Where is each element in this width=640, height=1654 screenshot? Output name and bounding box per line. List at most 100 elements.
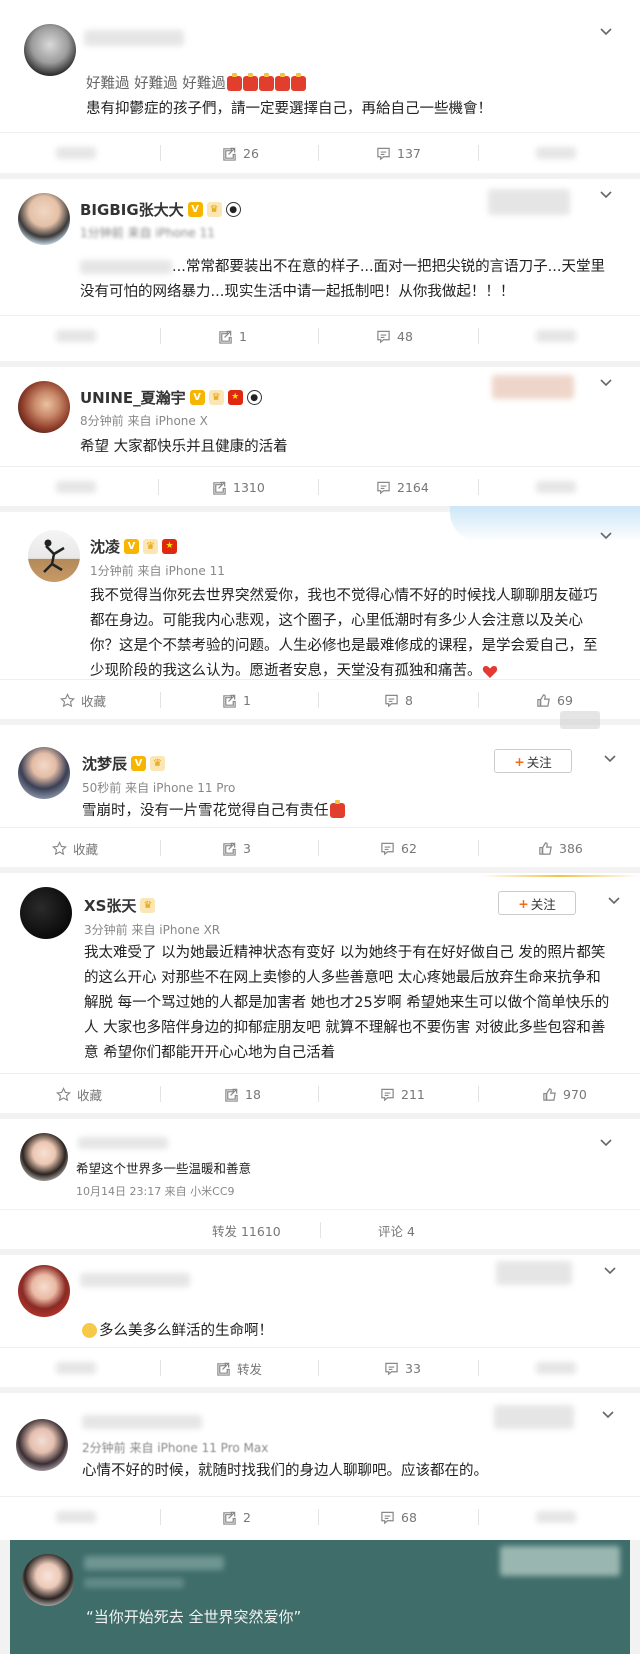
chevron-down-icon[interactable] [604, 1267, 616, 1275]
blurred-action [536, 330, 576, 342]
repost-count: 3 [243, 840, 251, 856]
repost-icon [222, 146, 237, 161]
chevron-down-icon[interactable] [600, 379, 612, 387]
comment-button[interactable]: 8 [384, 680, 413, 720]
comment-count: 137 [397, 145, 421, 161]
avatar[interactable] [16, 1419, 68, 1471]
chevron-down-icon[interactable] [600, 191, 612, 199]
blurred-action [56, 330, 96, 342]
action-bar: 1310 2164 [0, 466, 640, 506]
candle-emoji-icon [226, 72, 242, 91]
like-button[interactable]: 970 [542, 1074, 587, 1114]
avatar[interactable] [24, 24, 76, 76]
user-name[interactable]: 沈凌 V ♛ ★ [90, 536, 178, 557]
comment-count: 68 [401, 1509, 417, 1525]
comment-button[interactable]: 211 [380, 1074, 425, 1114]
user-name[interactable]: 沈梦辰 V ♛ [82, 753, 166, 774]
chevron-down-icon[interactable] [608, 897, 620, 905]
like-icon [536, 693, 551, 708]
avatar[interactable] [18, 1265, 70, 1317]
chevron-down-icon[interactable] [600, 532, 612, 540]
blurred-action [56, 1362, 96, 1374]
comment-count: 211 [401, 1086, 425, 1102]
repost-button[interactable]: 3 [222, 828, 251, 868]
blurred-sticker [496, 1261, 572, 1285]
avatar[interactable] [18, 193, 70, 245]
comment-count: 8 [405, 692, 413, 708]
comment-icon [376, 480, 391, 495]
post-text-line2: 患有抑鬱症的孩子們，請一定要選擇自己，再給自己一些機會！ [86, 101, 492, 117]
user-name[interactable]: BIGBIG张大大 V ♛ ● [80, 199, 241, 220]
post-text: 希望 大家都快乐并且健康的活着 [80, 439, 288, 455]
panda-icon: ● [246, 390, 262, 405]
comment-button[interactable]: 68 [380, 1497, 417, 1537]
repost-button[interactable]: 转发 11610 [212, 1210, 281, 1250]
post-text: 我不觉得当你死去世界突然爱你，我也不觉得心情不好的时候找人聊聊朋友碰巧都在身边。… [90, 588, 598, 679]
repost-button[interactable]: 26 [222, 133, 259, 173]
avatar[interactable] [18, 381, 70, 433]
avatar[interactable] [20, 1133, 68, 1181]
avatar[interactable] [22, 1554, 74, 1606]
repost-label: 转发 [237, 1361, 263, 1377]
repost-icon [222, 693, 237, 708]
repost-button[interactable]: 转发 [216, 1348, 262, 1388]
comment-button[interactable]: 评论 4 [378, 1210, 415, 1250]
chevron-down-icon[interactable] [600, 1139, 612, 1147]
user-name[interactable]: UNINE_夏瀚宇 V ♛ ★ ● [80, 387, 262, 408]
favorite-button[interactable]: 收藏 [56, 1074, 102, 1114]
blurred-action [536, 1362, 576, 1374]
avatar[interactable] [20, 887, 72, 939]
member-crown-icon: ♛ [206, 202, 222, 217]
post-meta: 10月14日 23:17 来自 小米CC9 [76, 1185, 235, 1198]
repost-button[interactable]: 1 [218, 316, 247, 356]
user-name[interactable]: XS张天 ♛ [84, 895, 156, 916]
repost-count: 1310 [233, 479, 265, 495]
repost-button[interactable]: 18 [224, 1074, 261, 1114]
comment-button[interactable]: 2164 [376, 467, 429, 507]
post-meta: 3分钟前 来自 iPhone XR [84, 923, 221, 937]
blurred-prefix [80, 260, 172, 274]
repost-icon [212, 480, 227, 495]
comment-count: 2164 [397, 479, 429, 495]
repost-count: 1 [243, 692, 251, 708]
member-crown-icon: ♛ [208, 390, 224, 405]
follow-label: 关注 [526, 754, 552, 770]
repost-button[interactable]: 1 [222, 680, 251, 720]
repost-icon [216, 1361, 231, 1376]
comment-button[interactable]: 33 [384, 1348, 421, 1388]
favorite-button[interactable]: 收藏 [60, 680, 106, 720]
comment-icon [380, 841, 395, 856]
candle-emoji-icon [258, 72, 274, 91]
repost-icon [222, 1510, 237, 1525]
repost-button[interactable]: 2 [222, 1497, 251, 1537]
repost-button[interactable]: 1310 [212, 467, 265, 507]
comment-button[interactable]: 48 [376, 316, 413, 356]
china-flag-icon: ★ [227, 390, 243, 405]
avatar[interactable] [18, 747, 70, 799]
favorite-button[interactable]: 收藏 [52, 828, 98, 868]
blurred-username [84, 30, 184, 46]
comment-button[interactable]: 62 [380, 828, 417, 868]
follow-button[interactable]: + 关注 [494, 749, 572, 773]
favorite-label: 收藏 [73, 841, 99, 857]
blurred-username [84, 1556, 224, 1570]
chevron-down-icon[interactable] [602, 1411, 614, 1419]
verified-badge-icon: V [189, 390, 205, 405]
repost-count: 26 [243, 145, 259, 161]
star-icon [60, 693, 75, 708]
blurred-action [536, 481, 576, 493]
action-bar: 收藏 18 211 970 [0, 1073, 640, 1113]
like-button[interactable]: 386 [538, 828, 583, 868]
blurred-meta [84, 1578, 184, 1588]
chevron-down-icon[interactable] [600, 28, 612, 36]
comment-icon [380, 1510, 395, 1525]
chevron-down-icon[interactable] [604, 755, 616, 763]
action-bar: 1 48 [0, 315, 640, 355]
follow-label: 关注 [530, 896, 556, 912]
candle-emoji-icon [242, 72, 258, 91]
avatar[interactable] [28, 530, 80, 582]
favorite-label: 收藏 [81, 693, 107, 709]
comment-button[interactable]: 137 [376, 133, 421, 173]
follow-button[interactable]: + 关注 [498, 891, 576, 915]
blurred-username [78, 1137, 168, 1149]
